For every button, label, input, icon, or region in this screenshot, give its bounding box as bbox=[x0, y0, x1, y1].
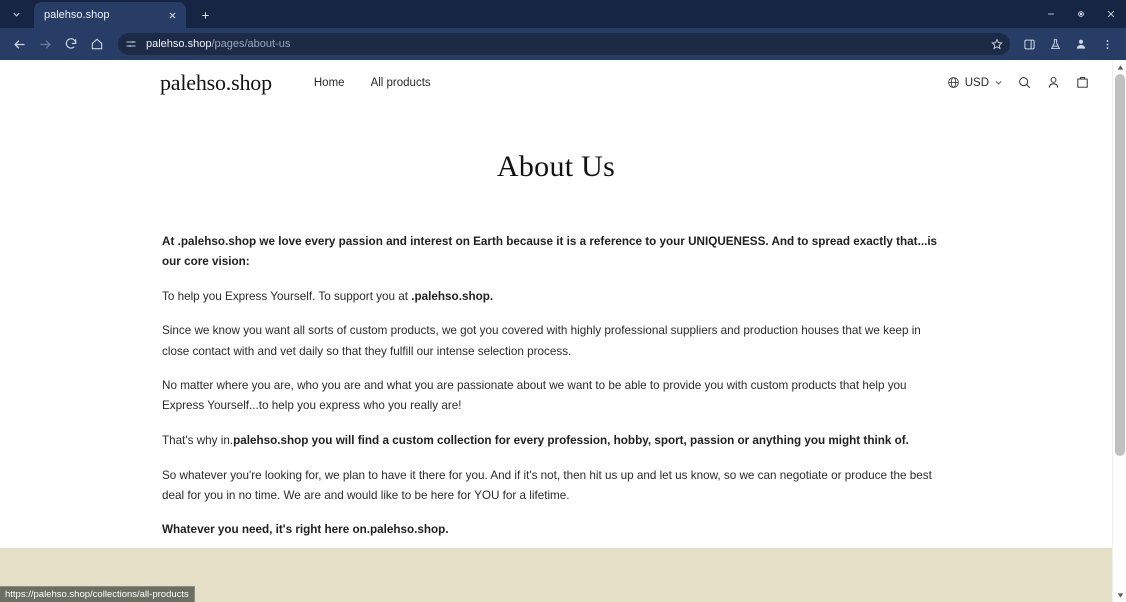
browser-tab[interactable]: palehso.shop bbox=[34, 2, 186, 28]
browser-toolbar: palehso.shop/pages/about-us bbox=[0, 28, 1126, 60]
address-bar[interactable]: palehso.shop/pages/about-us bbox=[118, 33, 1010, 55]
close-icon[interactable] bbox=[1096, 0, 1126, 28]
paragraph-emphasis: palehso.shop you will find a custom coll… bbox=[233, 433, 909, 447]
link-status-bubble: https://palehso.shop/collections/all-pro… bbox=[0, 586, 195, 602]
site-navigation: Home All products bbox=[314, 77, 431, 89]
globe-icon bbox=[947, 76, 960, 89]
currency-label: USD bbox=[964, 76, 989, 89]
paragraph: At .palehso.shop we love every passion a… bbox=[162, 235, 938, 269]
search-icon[interactable] bbox=[1017, 75, 1032, 90]
paragraph-lead: To help you Express Yourself. To support… bbox=[162, 289, 412, 303]
profile-person-icon[interactable] bbox=[1068, 31, 1094, 57]
nav-item-home[interactable]: Home bbox=[314, 77, 345, 89]
paragraph: So whatever you're looking for, we plan … bbox=[162, 468, 932, 502]
arrow-left-icon[interactable] bbox=[6, 31, 32, 57]
window-controls bbox=[1036, 0, 1126, 28]
flask-icon[interactable] bbox=[1042, 31, 1068, 57]
home-icon[interactable] bbox=[84, 31, 110, 57]
scroll-down-icon[interactable] bbox=[1113, 588, 1126, 602]
page-scrollbar[interactable] bbox=[1112, 60, 1126, 602]
about-us-article: At .palehso.shop we love every passion a… bbox=[162, 232, 950, 540]
minimize-icon[interactable] bbox=[1036, 0, 1066, 28]
scroll-up-icon[interactable] bbox=[1113, 60, 1126, 74]
browser-window: palehso.shop palehso.shop/pages/about-us… bbox=[0, 0, 1126, 602]
three-dots-vertical-icon[interactable] bbox=[1094, 31, 1120, 57]
new-tab-button[interactable] bbox=[192, 2, 218, 28]
site-logo[interactable]: palehso.shop bbox=[160, 70, 272, 96]
reload-icon[interactable] bbox=[58, 31, 84, 57]
currency-selector[interactable]: USD bbox=[947, 76, 1003, 89]
page-viewport: palehso.shop Home All products USD About… bbox=[0, 60, 1126, 602]
star-icon[interactable] bbox=[988, 35, 1006, 53]
address-bar-text: palehso.shop/pages/about-us bbox=[146, 38, 290, 50]
paragraph-lead: That's why in. bbox=[162, 433, 234, 447]
page-title: About Us bbox=[496, 150, 616, 183]
side-panel-icon[interactable] bbox=[1016, 31, 1042, 57]
nav-item-all-products[interactable]: All products bbox=[371, 77, 431, 89]
paragraph-emphasis: .palehso.shop. bbox=[411, 289, 494, 303]
paragraph: To help you Express Yourself. To support… bbox=[162, 287, 950, 307]
tab-search-chevron-down-icon[interactable] bbox=[2, 0, 30, 28]
tab-title: palehso.shop bbox=[44, 9, 110, 21]
account-person-icon[interactable] bbox=[1046, 75, 1061, 90]
tab-strip: palehso.shop bbox=[0, 0, 1126, 28]
address-path: /pages/about-us bbox=[211, 38, 291, 50]
arrow-right-icon[interactable] bbox=[32, 31, 58, 57]
paragraph: That's why in.palehso.shop you will find… bbox=[162, 431, 950, 451]
maximize-icon[interactable] bbox=[1066, 0, 1096, 28]
web-page: palehso.shop Home All products USD About… bbox=[0, 60, 1112, 602]
close-icon[interactable] bbox=[164, 7, 180, 23]
scrollbar-track[interactable] bbox=[1113, 74, 1126, 588]
paragraph: Since we know you want all sorts of cust… bbox=[162, 324, 921, 358]
chevron-down-icon bbox=[994, 78, 1003, 87]
paragraph: Whatever you need, it's right here on.pa… bbox=[162, 523, 449, 537]
site-header: palehso.shop Home All products USD bbox=[0, 60, 1112, 105]
address-host: palehso.shop bbox=[146, 38, 212, 50]
site-header-actions: USD bbox=[947, 75, 1098, 90]
cart-icon[interactable] bbox=[1075, 75, 1090, 90]
tune-sliders-icon[interactable] bbox=[122, 35, 140, 53]
paragraph: No matter where you are, who you are and… bbox=[162, 379, 907, 413]
scrollbar-thumb[interactable] bbox=[1115, 74, 1125, 456]
